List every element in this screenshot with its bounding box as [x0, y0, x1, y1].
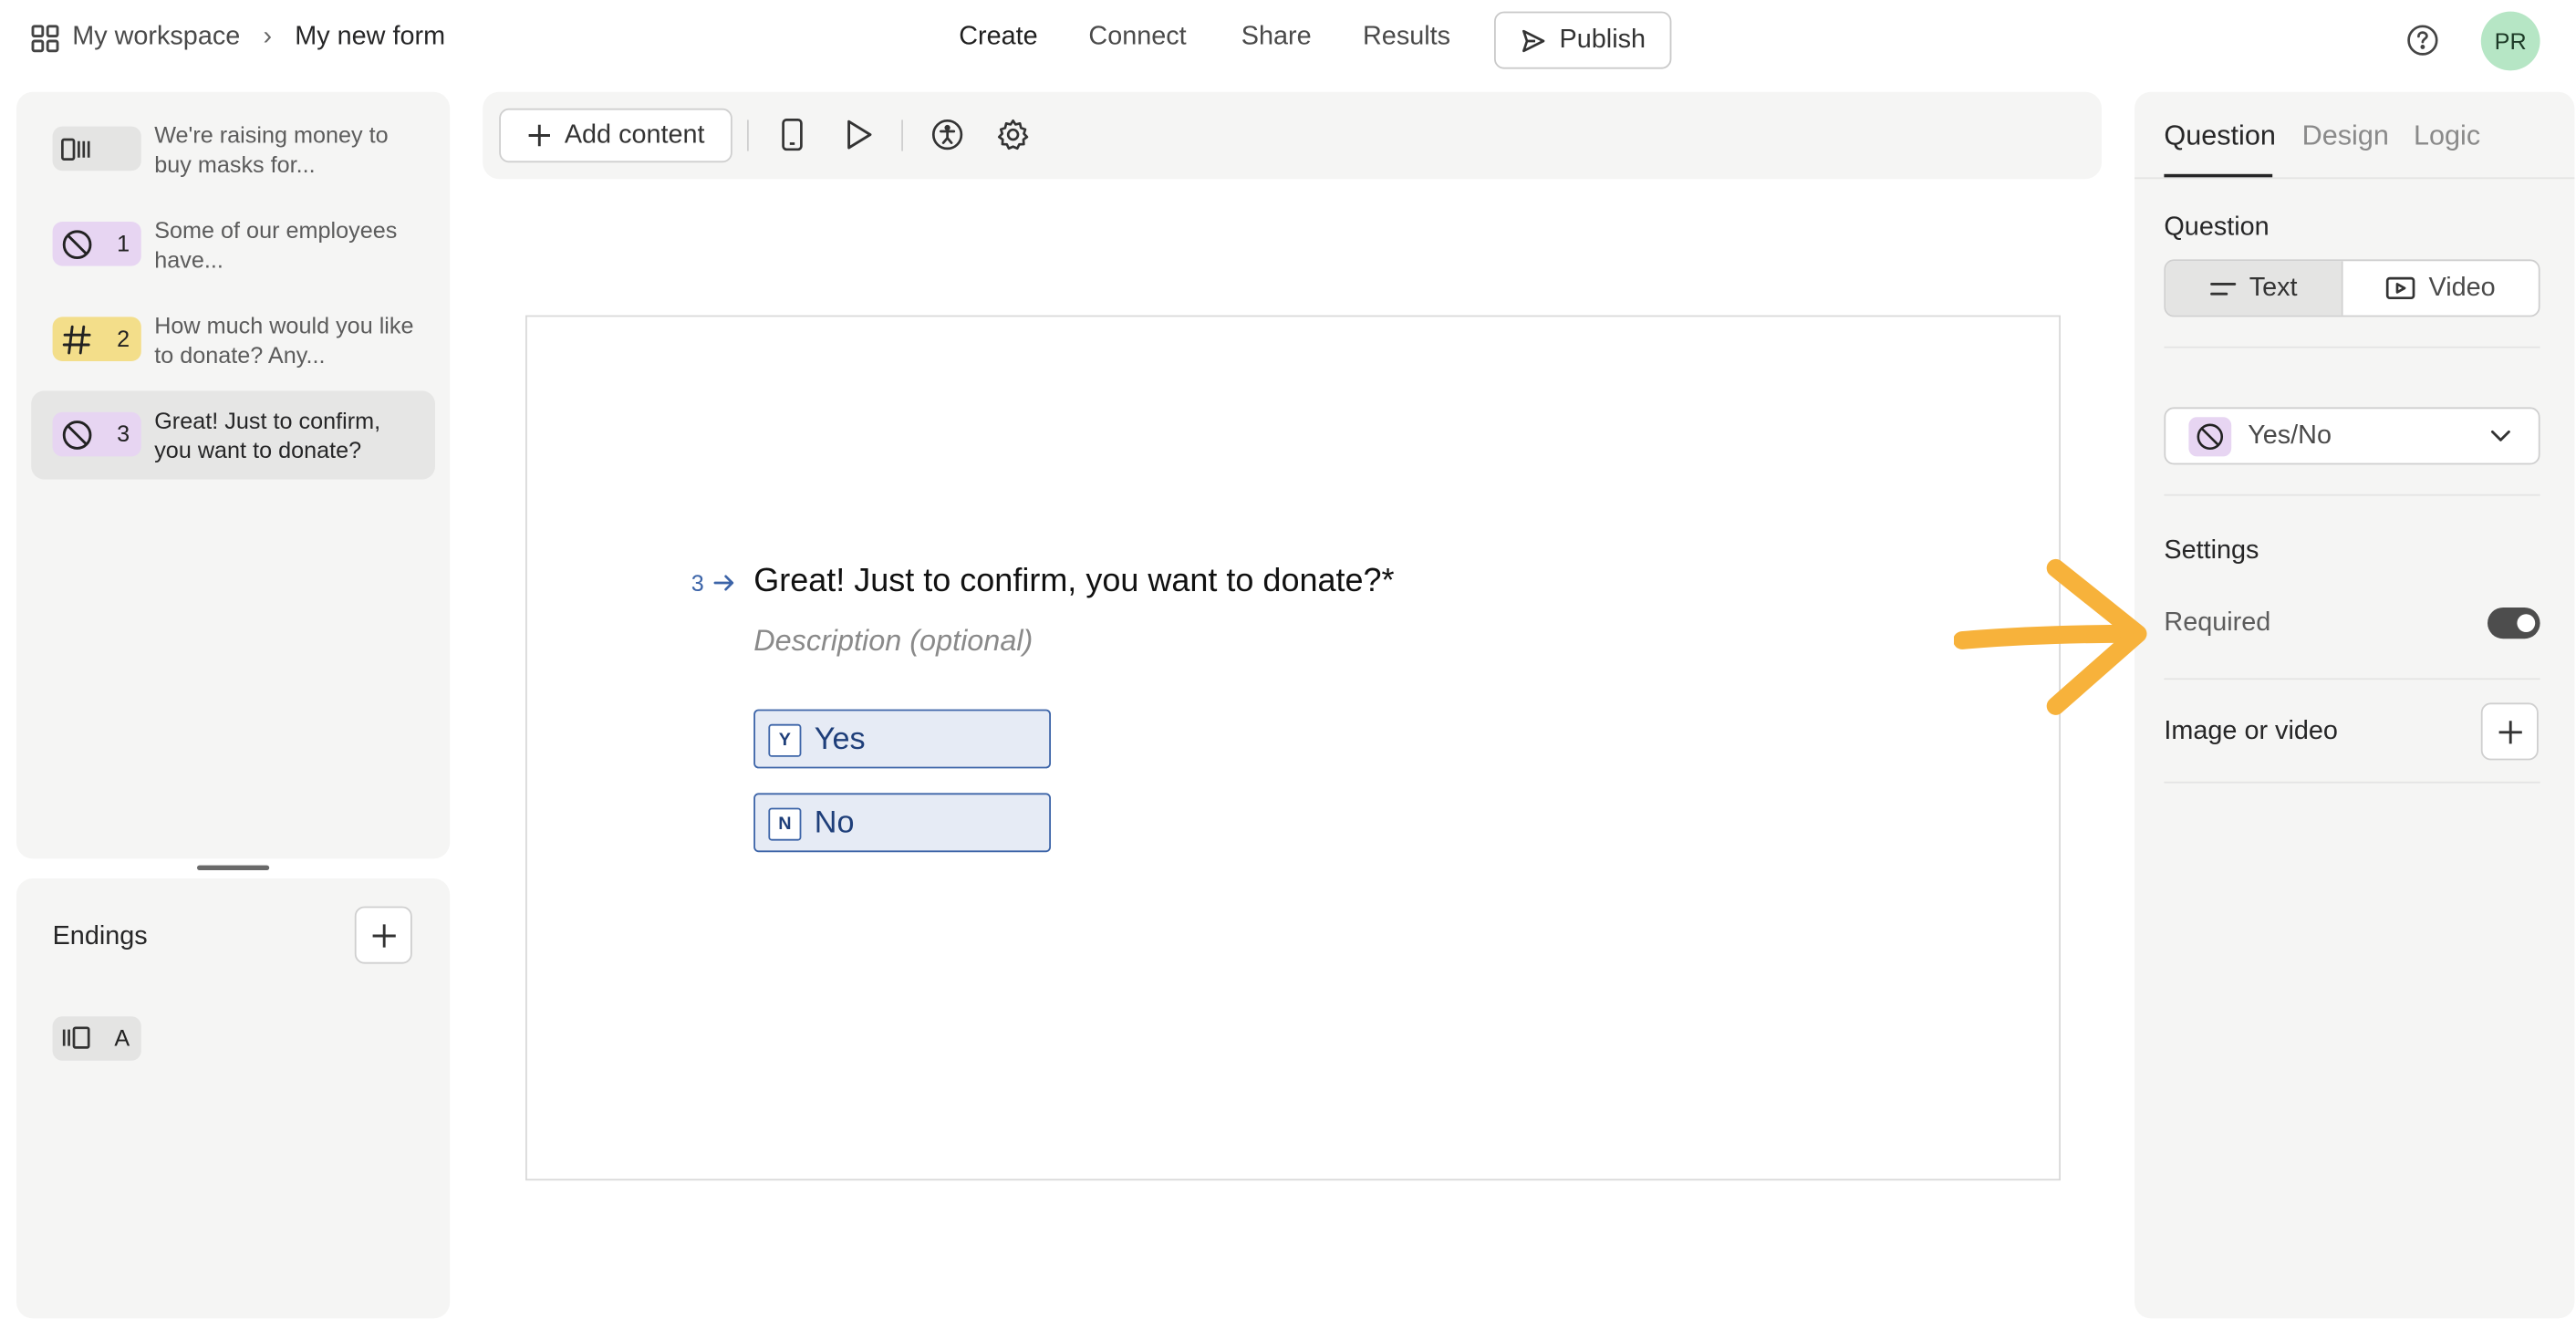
ending-label: A — [114, 1024, 130, 1051]
question-type-select[interactable]: Yes/No — [2164, 407, 2540, 465]
settings-gear-icon[interactable] — [997, 119, 1030, 151]
add-ending-button[interactable] — [354, 906, 412, 964]
question-list-item-1[interactable]: 1 Some of our employees have... — [31, 201, 435, 289]
add-content-button[interactable]: Add content — [499, 108, 732, 163]
choice-key: Y — [768, 723, 802, 757]
required-toggle[interactable] — [2488, 608, 2540, 639]
yes-no-icon — [2188, 417, 2232, 457]
workspace-grid-icon[interactable] — [31, 24, 59, 52]
endings-panel: Endings A — [16, 878, 451, 1319]
question-list-item-text: We're raising money to buy masks for... — [154, 121, 389, 178]
required-label: Required — [2164, 608, 2271, 638]
video-icon — [2386, 275, 2415, 300]
toolbar-divider — [747, 119, 749, 151]
video-option-button[interactable]: Video — [2343, 261, 2539, 315]
tabs-divider — [2135, 177, 2575, 180]
question-number: 3 — [117, 420, 130, 447]
question-list-item-2[interactable]: 2 How much would you like to donate? Any… — [31, 296, 435, 384]
text-option-button[interactable]: Text — [2166, 261, 2343, 316]
plus-icon — [370, 922, 397, 949]
image-or-video-label: Image or video — [2164, 717, 2338, 746]
chevron-down-icon — [2489, 427, 2512, 443]
section-divider — [2164, 678, 2540, 680]
yes-no-icon — [61, 418, 94, 451]
tab-design[interactable]: Design — [2302, 119, 2389, 152]
question-list-item-text: Great! Just to confirm, you want to dona… — [154, 407, 381, 463]
video-option-label: Video — [2428, 273, 2496, 302]
section-divider — [2164, 781, 2540, 784]
choice-label: Yes — [814, 722, 866, 757]
question-description-input[interactable]: Description (optional) — [753, 624, 1033, 659]
breadcrumb-form-title[interactable]: My new form — [295, 23, 445, 52]
top-bar: My workspace › My new form Create Connec… — [0, 0, 2574, 82]
help-circle-icon[interactable] — [2407, 25, 2438, 56]
user-avatar[interactable]: PR — [2480, 11, 2540, 71]
accessibility-icon[interactable] — [931, 119, 964, 151]
choice-key: N — [768, 807, 802, 841]
breadcrumb-separator: › — [263, 23, 273, 51]
ending-icon — [61, 1024, 94, 1051]
tab-logic[interactable]: Logic — [2414, 119, 2480, 152]
question-number: 1 — [117, 230, 130, 256]
mobile-preview-icon[interactable] — [780, 119, 805, 151]
question-list-item-intro[interactable]: We're raising money to buy masks for... — [31, 105, 435, 193]
endings-title: Endings — [52, 922, 148, 951]
choice-yes[interactable]: Y Yes — [753, 709, 1051, 769]
add-content-label: Add content — [564, 120, 705, 149]
arrow-right-icon — [712, 571, 735, 594]
plus-icon — [526, 123, 551, 148]
text-option-label: Text — [2249, 273, 2298, 302]
add-image-or-video-button[interactable] — [2480, 702, 2539, 761]
publish-button[interactable]: Publish — [1494, 11, 1672, 69]
play-icon[interactable] — [844, 119, 873, 151]
avatar-initials: PR — [2494, 27, 2527, 55]
question-badge — [52, 126, 141, 171]
hash-icon — [61, 323, 94, 356]
question-badge: 2 — [52, 317, 141, 361]
question-list-item-3[interactable]: 3 Great! Just to confirm, you want to do… — [31, 390, 435, 480]
question-media-toggle: Text Video — [2164, 259, 2540, 317]
question-number-label: 3 — [691, 569, 704, 597]
tab-question[interactable]: Question — [2164, 119, 2275, 152]
nav-results[interactable]: Results — [1363, 23, 1450, 52]
section-divider — [2164, 493, 2540, 496]
question-type-label: Yes/No — [2248, 421, 2332, 451]
breadcrumb-workspace-link[interactable]: My workspace — [72, 23, 240, 52]
statement-icon — [61, 136, 94, 162]
choice-label: No — [814, 805, 855, 841]
question-badge: 3 — [52, 411, 141, 457]
toolbar-divider — [901, 119, 903, 151]
panel-resize-handle[interactable] — [197, 865, 270, 870]
toggle-knob — [2517, 614, 2536, 632]
question-badge: 1 — [52, 222, 141, 266]
yes-no-icon — [61, 227, 94, 260]
question-list-item-text: Some of our employees have... — [154, 216, 398, 273]
plus-icon — [2497, 719, 2523, 745]
text-lines-icon — [2209, 278, 2236, 298]
nav-create[interactable]: Create — [959, 23, 1037, 52]
question-list-item-text: How much would you like to donate? Any..… — [154, 312, 414, 369]
question-number: 2 — [117, 325, 130, 352]
settings-section-title: Settings — [2164, 536, 2259, 566]
nav-share[interactable]: Share — [1241, 23, 1312, 52]
choice-no[interactable]: N No — [753, 793, 1051, 853]
breadcrumb: My workspace › My new form — [31, 23, 445, 52]
question-title[interactable]: Great! Just to confirm, you want to dona… — [753, 563, 1394, 600]
publish-label: Publish — [1559, 25, 1646, 54]
question-section-title: Question — [2164, 213, 2270, 242]
send-icon — [1520, 27, 1546, 54]
nav-connect[interactable]: Connect — [1088, 23, 1186, 52]
ending-item-a[interactable]: A — [52, 1016, 141, 1061]
annotation-arrow-icon — [1954, 555, 2159, 719]
section-divider — [2164, 346, 2540, 348]
